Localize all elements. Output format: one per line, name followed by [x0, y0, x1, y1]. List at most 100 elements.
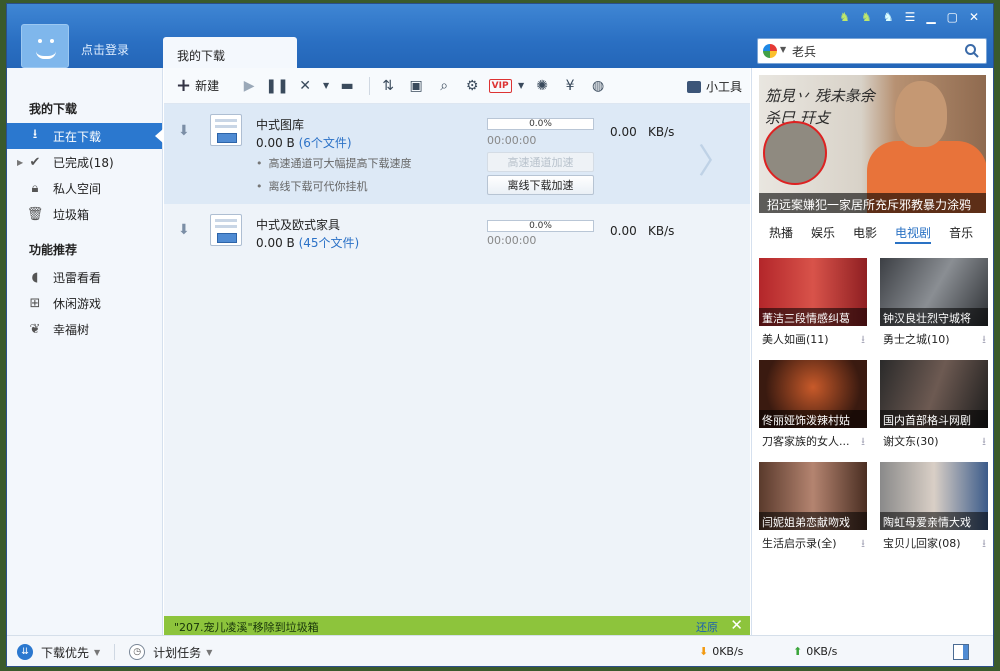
- video-thumbnail[interactable]: 国内首部格斗网剧: [880, 360, 988, 428]
- avatar-eye: [50, 39, 54, 43]
- new-task-button[interactable]: + 新建: [176, 74, 219, 98]
- down-arrow-icon: ⬇: [699, 645, 709, 658]
- search-engine-icon[interactable]: [763, 44, 777, 58]
- delete-icon[interactable]: ✕: [293, 74, 317, 98]
- video-card[interactable]: 佟丽娅饰泼辣村姑 刀客家族的女人... ⭳: [759, 360, 867, 452]
- sidebar-item-kankan[interactable]: ◖ 迅雷看看: [7, 264, 162, 290]
- video-thumbnail[interactable]: 陶虹母爱亲情大戏: [880, 462, 988, 530]
- skin-icon[interactable]: ♞: [883, 10, 894, 24]
- video-thumbnail[interactable]: 闫妮姐弟恋献吻戏: [759, 462, 867, 530]
- pause-icon[interactable]: ❚❚: [265, 74, 289, 98]
- chevron-down-icon[interactable]: ▼: [780, 45, 786, 54]
- menu-icon[interactable]: ☰: [905, 10, 916, 24]
- toggle-panel-icon[interactable]: [953, 644, 969, 660]
- tab-entertainment[interactable]: 娱乐: [811, 224, 835, 246]
- sidebar-item-trash[interactable]: 🗑︎ 垃圾箱: [7, 201, 162, 227]
- speed-dial-icon[interactable]: ✺: [530, 74, 554, 98]
- download-priority-button[interactable]: ⇊ 下载优先 ▼: [17, 644, 100, 661]
- properties-icon[interactable]: ▣: [404, 74, 428, 98]
- download-icon[interactable]: ⭳: [982, 331, 986, 350]
- skin-icon[interactable]: ♞: [839, 10, 850, 24]
- fast-channel-button[interactable]: 高速通道加速: [487, 152, 594, 172]
- video-title[interactable]: 生活启示录(全): [762, 535, 837, 551]
- download-icon[interactable]: ⭳: [861, 535, 865, 554]
- lock-icon: 🔒︎: [31, 180, 39, 196]
- expand-arrow-icon[interactable]: ▶: [17, 158, 23, 167]
- sort-icon[interactable]: ⇅: [376, 74, 400, 98]
- video-title[interactable]: 美人如画(11): [762, 331, 829, 347]
- video-card[interactable]: 陶虹母爱亲情大戏 宝贝儿回家(08) ⭳: [880, 462, 988, 554]
- search-icon[interactable]: ⌕: [432, 74, 456, 98]
- folder-icon[interactable]: ▬: [335, 74, 359, 98]
- close-icon[interactable]: ✕: [969, 10, 979, 24]
- video-title[interactable]: 勇士之城(10): [883, 331, 950, 347]
- download-icon[interactable]: ⭳: [982, 535, 986, 554]
- progress-label: 0.0%: [529, 119, 552, 129]
- sidebar-item-games[interactable]: ⊞ 休闲游戏: [7, 290, 162, 316]
- yuan-icon[interactable]: ¥: [558, 74, 582, 98]
- vip-icon[interactable]: VIP: [488, 74, 512, 98]
- login-link[interactable]: 点击登录: [81, 41, 129, 58]
- video-card[interactable]: 董洁三段情感纠葛 美人如画(11) ⭳: [759, 258, 867, 350]
- tab-tv-series[interactable]: 电视剧: [895, 224, 932, 244]
- search-icon[interactable]: [964, 43, 980, 59]
- sidebar-item-label: 垃圾箱: [53, 207, 90, 222]
- video-title[interactable]: 谢文东(30): [883, 433, 939, 449]
- globe-icon[interactable]: ◍: [586, 74, 610, 98]
- sidebar-item-label: 休闲游戏: [53, 296, 102, 311]
- chevron-down-icon[interactable]: ▼: [321, 74, 331, 98]
- download-icon: ⭳: [32, 127, 38, 142]
- tab-hot[interactable]: 热播: [769, 224, 793, 246]
- tab-music[interactable]: 音乐: [949, 224, 973, 246]
- download-icon[interactable]: ⭳: [861, 433, 865, 452]
- file-size-value: 0.00 B: [256, 136, 295, 150]
- schedule-label: 计划任务: [153, 645, 202, 660]
- new-task-label: 新建: [195, 79, 220, 93]
- elapsed-time: 00:00:00: [487, 234, 537, 247]
- file-name: 中式图库: [256, 118, 305, 132]
- video-card[interactable]: 国内首部格斗网剧 谢文东(30) ⭳: [880, 360, 988, 452]
- sidebar-item-happy-tree[interactable]: ❦ 幸福树: [7, 316, 162, 342]
- tools-button[interactable]: 小工具: [686, 78, 742, 95]
- clock-icon: ◷: [129, 644, 146, 660]
- file-count-link[interactable]: (45个文件): [299, 236, 360, 250]
- download-icon[interactable]: ⭳: [861, 331, 865, 350]
- download-icon[interactable]: ⭳: [982, 433, 986, 452]
- scheduled-task-button[interactable]: ◷ 计划任务 ▼: [129, 644, 212, 661]
- video-card[interactable]: 闫妮姐弟恋献吻戏 生活启示录(全) ⭳: [759, 462, 867, 554]
- settings-gear-icon[interactable]: ⚙: [460, 74, 484, 98]
- file-icon: [210, 114, 242, 146]
- priority-icon: ⇊: [17, 644, 33, 660]
- minimize-icon[interactable]: ▁: [926, 10, 935, 24]
- sidebar-item-completed[interactable]: ▶ ✔ 已完成(18): [7, 149, 162, 175]
- chevron-down-icon[interactable]: ▼: [516, 74, 526, 98]
- speed-unit: KB/s: [648, 224, 675, 238]
- chevron-right-icon[interactable]: 〉: [698, 134, 732, 183]
- video-thumbnail[interactable]: 钟汉良壮烈守城将: [880, 258, 988, 326]
- video-thumbnail[interactable]: 董洁三段情感纠葛: [759, 258, 867, 326]
- news-banner[interactable]: 笳見丷 残未彖余 杀巳 幵攴 招远案嫌犯一家居所充斥邪教暴力涂鸦: [759, 75, 986, 213]
- skin-icon[interactable]: ♞: [861, 10, 872, 24]
- sidebar-item-private[interactable]: 🔒︎ 私人空间: [7, 175, 162, 201]
- avatar[interactable]: [21, 24, 69, 68]
- tab-movies[interactable]: 电影: [853, 224, 877, 246]
- close-icon[interactable]: ✕: [730, 616, 743, 634]
- video-title[interactable]: 刀客家族的女人...: [762, 433, 850, 449]
- download-speed-value: 0KB/s: [712, 645, 744, 658]
- download-row[interactable]: ⬇ 中式及欧式家具 0.00 B (45个文件) 0.0% 00:00:00 0…: [164, 204, 750, 252]
- file-count-link[interactable]: (6个文件): [299, 136, 352, 150]
- video-card[interactable]: 钟汉良壮烈守城将 勇士之城(10) ⭳: [880, 258, 988, 350]
- maximize-icon[interactable]: ▢: [947, 10, 958, 24]
- video-title[interactable]: 宝贝儿回家(08): [883, 535, 961, 551]
- sidebar-item-downloading[interactable]: ⭳ 正在下载: [7, 123, 163, 149]
- search-input[interactable]: [792, 43, 952, 59]
- notification-text: "207.宠儿凌溪"移除到垃圾箱: [174, 621, 319, 634]
- restore-link[interactable]: 还原: [696, 619, 718, 635]
- start-icon[interactable]: ▶: [237, 74, 261, 98]
- search-box: ▼: [757, 38, 987, 64]
- tab-my-downloads[interactable]: 我的下载: [163, 37, 297, 68]
- video-thumbnail[interactable]: 佟丽娅饰泼辣村姑: [759, 360, 867, 428]
- download-row[interactable]: ⬇ 中式图库 0.00 B (6个文件) 高速通道可大幅提高下载速度 离线下载可…: [164, 104, 750, 204]
- leaf-icon: ❦: [29, 321, 41, 337]
- offline-download-button[interactable]: 离线下载加速: [487, 175, 594, 195]
